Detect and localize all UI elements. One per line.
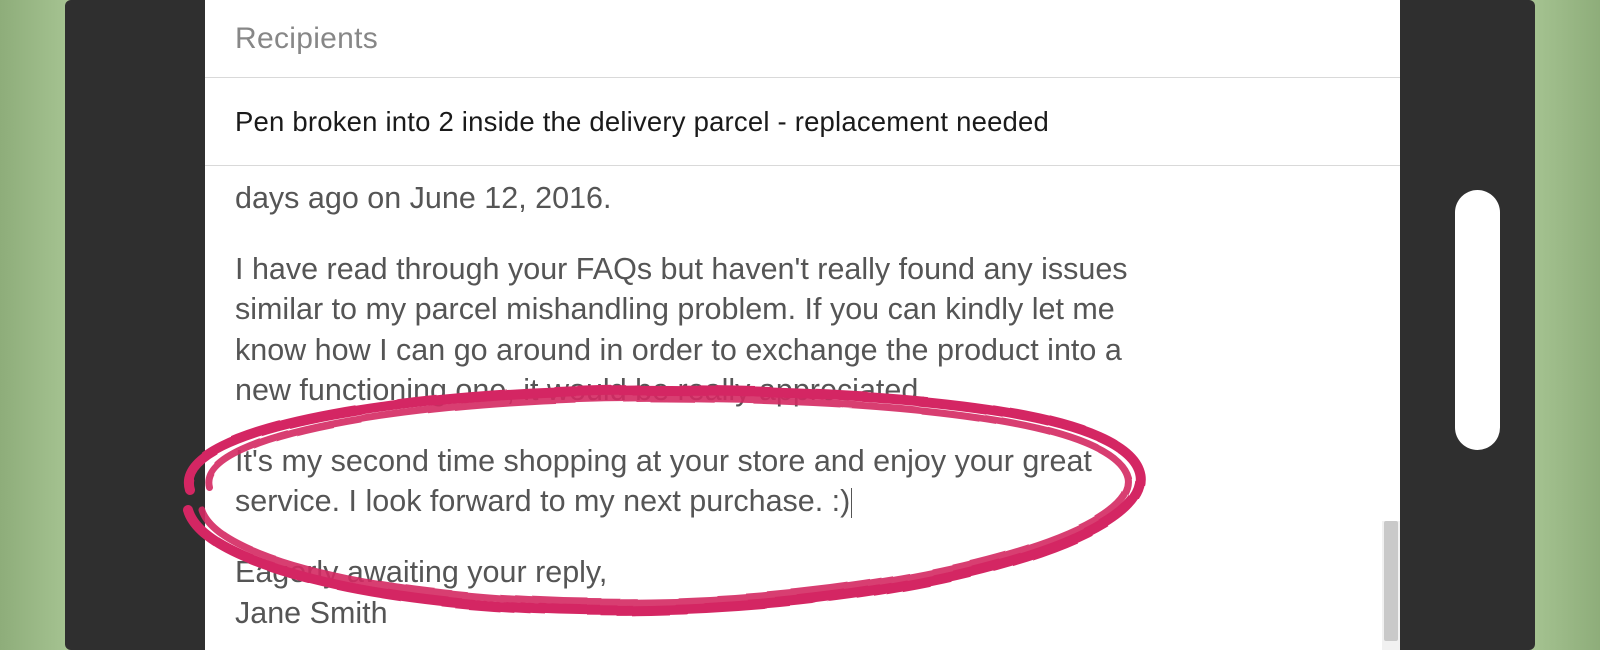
body-paragraph-2: It's my second time shopping at your sto… — [235, 441, 1155, 522]
tablet-screen: Recipients Pen broken into 2 inside the … — [205, 0, 1400, 650]
scrollbar-track[interactable] — [1382, 521, 1400, 650]
body-paragraph-1: I have read through your FAQs but haven'… — [235, 249, 1155, 411]
tablet-home-button[interactable] — [1455, 190, 1500, 450]
text-cursor — [851, 488, 852, 518]
bg-gradient-left — [0, 0, 65, 650]
body-signature: Jane Smith — [235, 593, 1155, 634]
body-partial-line: days ago on June 12, 2016. — [235, 178, 1155, 219]
page-background: Recipients Pen broken into 2 inside the … — [0, 0, 1600, 650]
subject-text: Pen broken into 2 inside the delivery pa… — [235, 106, 1049, 138]
subject-field[interactable]: Pen broken into 2 inside the delivery pa… — [205, 78, 1400, 166]
body-signoff: Eagerly awaiting your reply, — [235, 552, 1155, 593]
recipients-field[interactable]: Recipients — [205, 0, 1400, 78]
scrollbar-thumb[interactable] — [1384, 521, 1398, 641]
tablet-frame: Recipients Pen broken into 2 inside the … — [65, 0, 1535, 650]
recipients-placeholder: Recipients — [235, 22, 378, 56]
email-body-editor[interactable]: days ago on June 12, 2016. I have read t… — [205, 166, 1400, 650]
bg-gradient-right — [1535, 0, 1600, 650]
